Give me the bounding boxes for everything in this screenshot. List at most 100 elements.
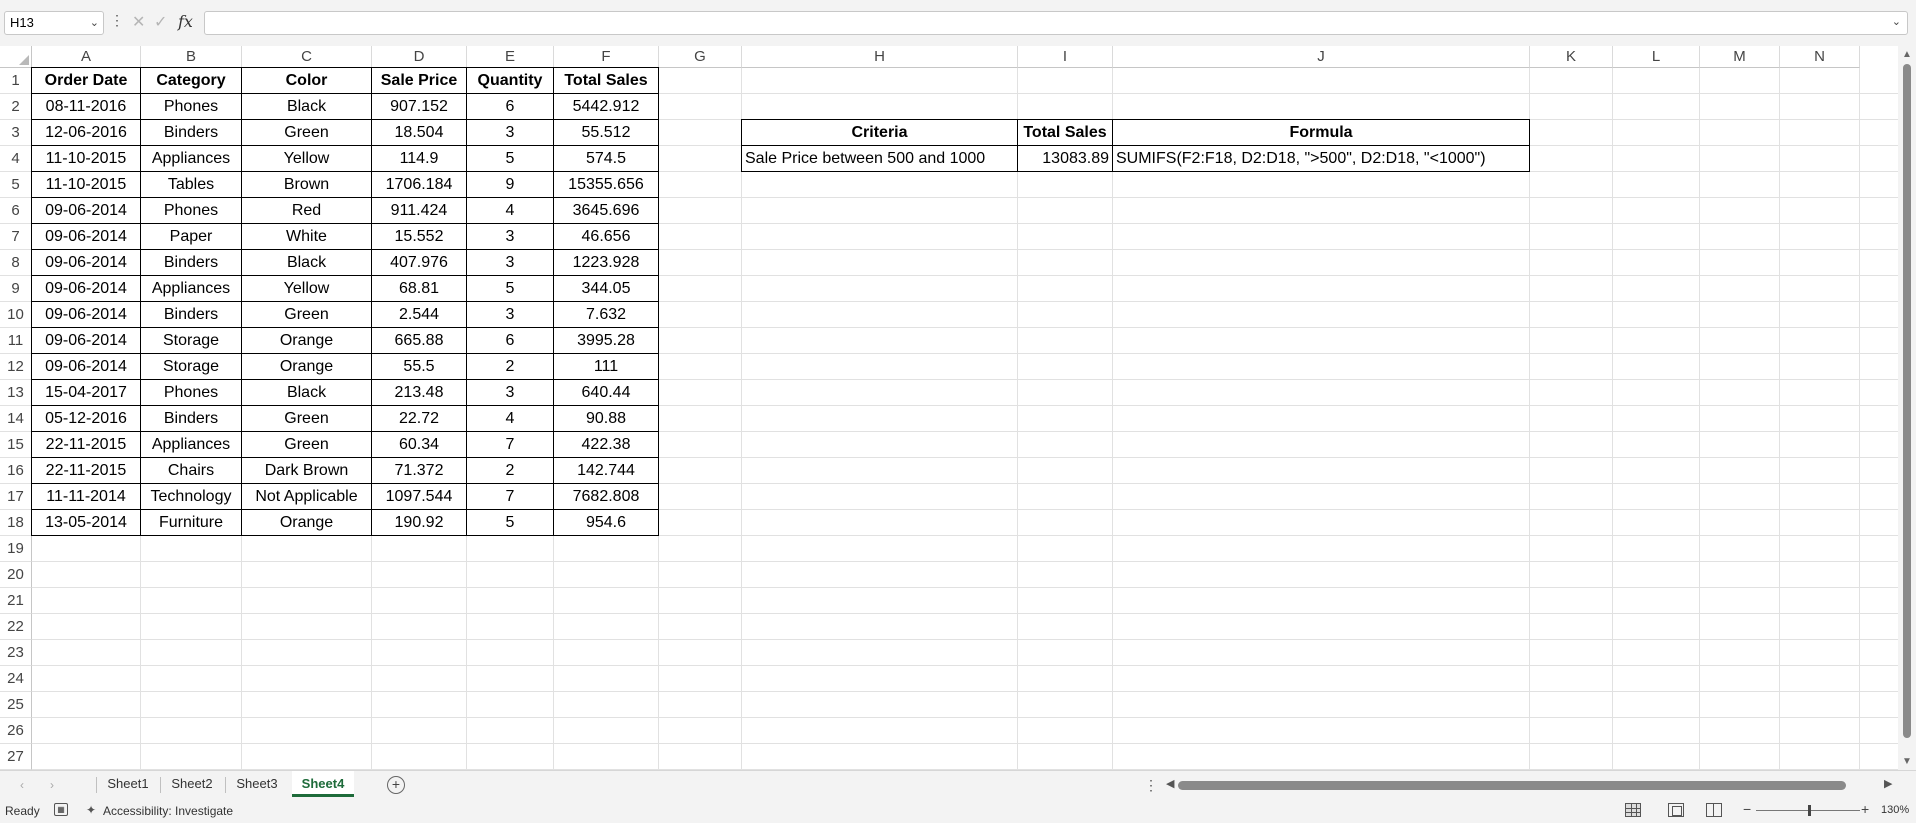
table-cell[interactable]: 90.88: [553, 405, 659, 432]
row-header[interactable]: 21: [0, 588, 32, 614]
table-cell[interactable]: 7: [466, 431, 554, 458]
table-cell[interactable]: Not Applicable: [241, 483, 372, 510]
table-cell[interactable]: 213.48: [371, 379, 467, 406]
table-cell[interactable]: 954.6: [553, 509, 659, 536]
table-cell[interactable]: 5: [466, 275, 554, 302]
table-cell[interactable]: 4: [466, 405, 554, 432]
row-header[interactable]: 4: [0, 146, 32, 172]
row-header[interactable]: 10: [0, 302, 32, 328]
scroll-left-icon[interactable]: ◀: [1166, 777, 1174, 790]
column-header-a[interactable]: A: [32, 46, 141, 68]
table-cell[interactable]: 22.72: [371, 405, 467, 432]
table-cell[interactable]: Paper: [140, 223, 242, 250]
add-sheet-icon[interactable]: +: [387, 776, 405, 794]
table-cell[interactable]: Green: [241, 405, 372, 432]
table-cell[interactable]: 09-06-2014: [31, 249, 141, 276]
table-cell[interactable]: 08-11-2016: [31, 93, 141, 120]
worksheet-grid[interactable]: A B C D E F G H I J K L M N 1 2 3 4 5 6 7 8 9 10 11 12 13 14 15 16 17 1…: [0, 46, 1898, 770]
table-cell[interactable]: Black: [241, 379, 372, 406]
table-cell[interactable]: 6: [466, 327, 554, 354]
table-cell[interactable]: 911.424: [371, 197, 467, 224]
zoom-in-icon[interactable]: +: [1861, 801, 1869, 817]
cancel-icon[interactable]: ✕: [132, 12, 145, 32]
tab-sheet3[interactable]: Sheet3: [229, 771, 285, 797]
page-layout-view-icon[interactable]: [1668, 803, 1684, 817]
table-cell[interactable]: 22-11-2015: [31, 431, 141, 458]
column-header-g[interactable]: G: [659, 46, 742, 68]
column-header-m[interactable]: M: [1700, 46, 1780, 68]
table-header-cell[interactable]: Order Date: [31, 67, 141, 94]
row-header[interactable]: 17: [0, 484, 32, 510]
table-cell[interactable]: Chairs: [140, 457, 242, 484]
column-header-l[interactable]: L: [1613, 46, 1700, 68]
table-cell[interactable]: Green: [241, 301, 372, 328]
table-cell[interactable]: 665.88: [371, 327, 467, 354]
table-cell[interactable]: Storage: [140, 353, 242, 380]
row-header[interactable]: 2: [0, 94, 32, 120]
next-sheet-icon[interactable]: ›: [50, 778, 54, 792]
criteria-header-cell[interactable]: Total Sales: [1017, 119, 1113, 146]
table-cell[interactable]: 9: [466, 171, 554, 198]
table-cell[interactable]: 6: [466, 93, 554, 120]
column-header-c[interactable]: C: [242, 46, 372, 68]
table-cell[interactable]: 4: [466, 197, 554, 224]
table-cell[interactable]: 3: [466, 301, 554, 328]
row-header[interactable]: 24: [0, 666, 32, 692]
formula-input[interactable]: ⌄: [204, 11, 1908, 35]
horizontal-scroll-thumb[interactable]: [1178, 781, 1846, 790]
row-header[interactable]: 12: [0, 354, 32, 380]
table-cell[interactable]: Furniture: [140, 509, 242, 536]
table-cell[interactable]: 640.44: [553, 379, 659, 406]
table-cell[interactable]: 907.152: [371, 93, 467, 120]
table-cell[interactable]: 11-11-2014: [31, 483, 141, 510]
row-header[interactable]: 7: [0, 224, 32, 250]
table-header-cell[interactable]: Quantity: [466, 67, 554, 94]
scroll-right-icon[interactable]: ▶: [1884, 777, 1892, 790]
table-cell[interactable]: 3: [466, 223, 554, 250]
table-cell[interactable]: 3: [466, 379, 554, 406]
table-cell[interactable]: 111: [553, 353, 659, 380]
accessibility-status[interactable]: Accessibility: Investigate: [103, 804, 233, 818]
tab-sheet1[interactable]: Sheet1: [100, 771, 156, 797]
table-cell[interactable]: 09-06-2014: [31, 353, 141, 380]
table-cell[interactable]: 11-10-2015: [31, 171, 141, 198]
table-cell[interactable]: Phones: [140, 379, 242, 406]
table-cell[interactable]: 18.504: [371, 119, 467, 146]
table-cell[interactable]: 7.632: [553, 301, 659, 328]
table-cell[interactable]: 422.38: [553, 431, 659, 458]
row-header[interactable]: 27: [0, 744, 32, 770]
prev-sheet-icon[interactable]: ‹: [20, 778, 24, 792]
table-cell[interactable]: 114.9: [371, 145, 467, 172]
table-cell[interactable]: Binders: [140, 119, 242, 146]
chevron-down-icon[interactable]: ⌄: [90, 12, 99, 34]
row-header[interactable]: 1: [0, 68, 32, 94]
table-cell[interactable]: Yellow: [241, 275, 372, 302]
expand-formula-bar-icon[interactable]: ⌄: [1892, 15, 1901, 28]
more-options-icon[interactable]: ⋮: [1144, 777, 1158, 794]
table-cell[interactable]: Orange: [241, 353, 372, 380]
row-header[interactable]: 5: [0, 172, 32, 198]
table-cell[interactable]: 190.92: [371, 509, 467, 536]
criteria-header-cell[interactable]: Formula: [1112, 119, 1530, 146]
column-header-n[interactable]: N: [1780, 46, 1860, 68]
table-cell[interactable]: 55.5: [371, 353, 467, 380]
row-header[interactable]: 20: [0, 562, 32, 588]
column-header-i[interactable]: I: [1018, 46, 1113, 68]
row-header[interactable]: 22: [0, 614, 32, 640]
row-header[interactable]: 26: [0, 718, 32, 744]
table-cell[interactable]: 2: [466, 457, 554, 484]
tab-sheet4[interactable]: Sheet4: [292, 771, 354, 797]
table-cell[interactable]: 574.5: [553, 145, 659, 172]
table-cell[interactable]: Binders: [140, 249, 242, 276]
column-header-e[interactable]: E: [467, 46, 554, 68]
table-cell[interactable]: Black: [241, 249, 372, 276]
column-header-d[interactable]: D: [372, 46, 467, 68]
table-cell[interactable]: Phones: [140, 93, 242, 120]
row-header[interactable]: 9: [0, 276, 32, 302]
row-header[interactable]: 14: [0, 406, 32, 432]
table-cell[interactable]: 05-12-2016: [31, 405, 141, 432]
column-header-h[interactable]: H: [742, 46, 1018, 68]
table-cell[interactable]: 3: [466, 119, 554, 146]
table-cell[interactable]: Appliances: [140, 431, 242, 458]
table-cell[interactable]: 142.744: [553, 457, 659, 484]
